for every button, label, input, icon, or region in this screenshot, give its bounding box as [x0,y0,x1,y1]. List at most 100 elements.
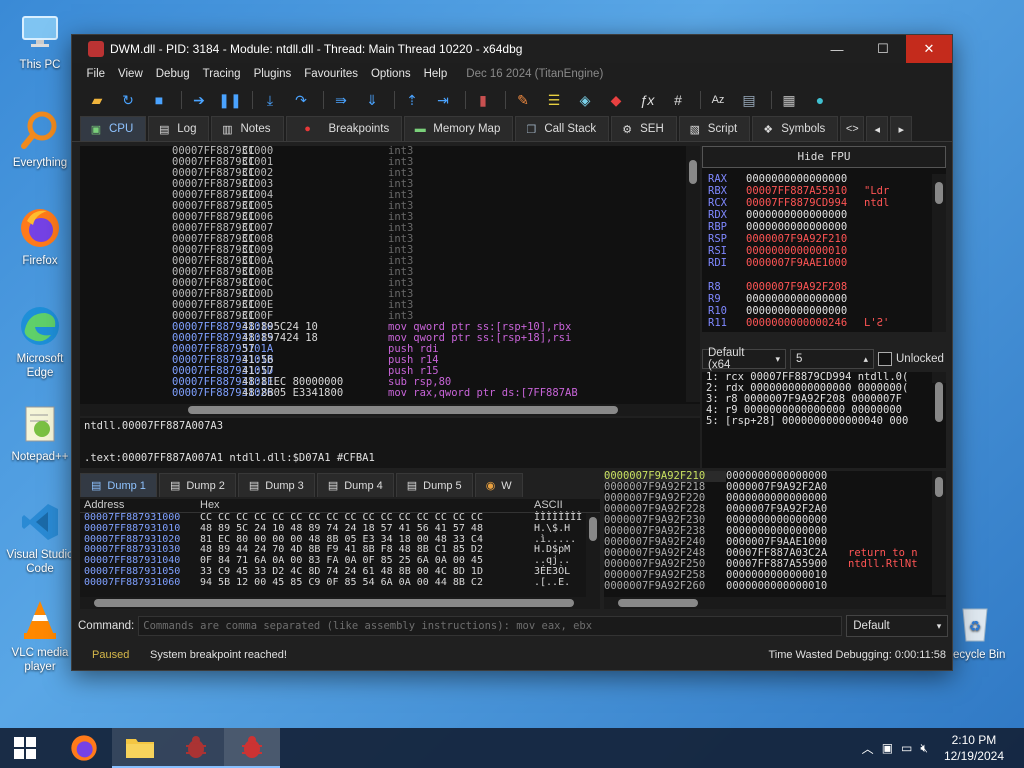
tab-overflow[interactable]: <> [840,116,865,141]
trace-into-icon[interactable]: ⇛ [328,89,354,111]
column-header-hex[interactable]: Hex [198,499,534,512]
scrollbar-thumb[interactable] [94,599,574,607]
minimize-button[interactable]: — [814,35,860,63]
scrollbar-thumb[interactable] [935,182,943,204]
step-over-icon[interactable]: ↷ [288,89,314,111]
tab-scroll-right[interactable]: ▸ [890,116,913,141]
register-row[interactable]: R11 0000000000000246 L'Ƨ' [702,318,946,330]
pause-icon[interactable]: ❚❚ [217,89,243,111]
register-value[interactable]: 0000000000000246 [746,318,864,330]
taskbar-x64dbg[interactable] [224,728,280,768]
desktop-icon-notepadpp[interactable]: Notepad++ [2,402,78,464]
tab-memory-map[interactable]: ▬ Memory Map [404,116,514,141]
disassembly-view[interactable]: 00007FF887931000 CC int3 00007FF887931001 CC… [80,146,700,416]
dump-hscrollbar[interactable] [80,597,600,609]
menu-options[interactable]: Options [364,68,417,80]
hide-fpu-button[interactable]: Hide FPU [702,146,946,168]
title-bar[interactable]: DWM.dll - PID: 3184 - Module: ntdll.dll … [72,35,952,63]
menu-help[interactable]: Help [417,68,454,80]
patch-icon[interactable]: ✎ [510,89,536,111]
globe-icon[interactable]: ● [807,89,833,111]
tab-breakpoints[interactable]: ● Breakpoints [285,116,403,141]
unlocked-checkbox[interactable] [878,352,892,366]
scrollbar-thumb[interactable] [935,382,943,422]
column-header-ascii[interactable]: ASCII [534,499,586,512]
tab-symbols[interactable]: ❖ Symbols [752,116,839,141]
tab-cpu[interactable]: ▣ CPU [80,116,147,141]
disasm-scrollbar[interactable] [686,146,700,402]
hash-icon[interactable]: # [665,89,691,111]
bookmark-icon[interactable]: ◆ [603,89,629,111]
restart-icon[interactable]: ↻ [115,89,141,111]
trace-over-icon[interactable]: ⇓ [359,89,385,111]
menu-file[interactable]: File [80,68,112,80]
tab-call-stack[interactable]: ❐ Call Stack [515,116,610,141]
tab-dump-3[interactable]: ▤ Dump 3 [237,473,315,497]
tab-script[interactable]: ▧ Script [678,116,751,141]
maximize-button[interactable]: ☐ [860,35,906,63]
column-header-address[interactable]: Address [80,499,198,512]
scrollbar-thumb[interactable] [935,477,943,497]
hex-dump-view[interactable]: Address Hex ASCII 00007FF887931000 CC CC … [80,499,600,609]
disasm-row[interactable]: 00007FF887931026 48:8B05 E3341800 mov rax,… [80,388,700,399]
tab-dump-2[interactable]: ▤ Dump 2 [158,473,236,497]
arguments-view[interactable]: 1: rcx 00007FF8879CD994 ntdll.0( 2: rdx … [702,372,946,468]
desktop-icon-firefox[interactable]: Firefox [2,206,78,268]
start-button[interactable] [0,728,50,768]
calling-convention-select[interactable]: Default (x64 ▾ [702,347,786,371]
desktop-icon-vlc[interactable]: VLC media player [2,598,78,674]
tab-watch[interactable]: ◉ W [474,473,523,497]
registers-scrollbar[interactable] [932,174,946,332]
network-icon[interactable]: ▭ [901,741,912,755]
stop-icon[interactable]: ■ [146,89,172,111]
chevron-up-icon[interactable]: ︿ [862,740,874,757]
scrollbar-thumb[interactable] [689,160,697,184]
comment-icon[interactable]: ☰ [541,89,567,111]
arguments-scrollbar[interactable] [932,372,946,422]
desktop-icon-edge[interactable]: Microsoft Edge [2,304,78,380]
tab-dump-1[interactable]: ▤ Dump 1 [80,473,157,497]
dump-row[interactable]: 00007FF887931060 94 5B 12 00 45 85 C9 0F … [80,577,600,589]
tab-scroll-left[interactable]: ◂ [866,116,889,141]
close-button[interactable]: ✕ [906,35,952,63]
tab-log[interactable]: ▤ Log [148,116,210,141]
command-input[interactable]: Commands are comma separated (like assem… [138,616,843,636]
desktop-icon-this-pc[interactable]: This PC [2,10,78,72]
scrollbar-thumb[interactable] [188,406,618,414]
desktop-icon-everything[interactable]: Everything [2,108,78,170]
clipboard-icon[interactable]: ▤ [736,89,762,111]
font-icon[interactable]: Aᴢ [705,89,731,111]
tab-notes[interactable]: ▥ Notes [211,116,284,141]
taskbar-x32dbg[interactable] [168,728,224,768]
taskbar-firefox[interactable] [56,728,112,768]
menu-view[interactable]: View [112,68,150,80]
dump-scrollbar[interactable] [586,513,600,597]
calculator-icon[interactable]: ▦ [776,89,802,111]
open-icon[interactable]: ▰ [84,89,110,111]
disasm-hscrollbar[interactable] [80,404,700,416]
stack-view[interactable]: 0000007F9A92F210 0000000000000000 0000007F… [604,471,946,609]
tab-dump-4[interactable]: ▤ Dump 4 [316,473,394,497]
tab-seh[interactable]: ⚙ SEH [611,116,677,141]
step-into-icon[interactable]: ⤓ [257,89,283,111]
scrollbar-thumb[interactable] [618,599,698,607]
run-icon[interactable]: ➔ [186,89,212,111]
function-icon[interactable]: ƒx [634,89,660,111]
menu-tracing[interactable]: Tracing [196,68,247,80]
menu-plugins[interactable]: Plugins [247,68,298,80]
dump-row[interactable]: 00007FF887931010 48 89 5C 24 10 48 89 74 … [80,523,600,535]
run-to-user-code-icon[interactable]: ⇥ [430,89,456,111]
label-icon[interactable]: ◈ [572,89,598,111]
arg-count-spinbox[interactable]: 5 ▴ [790,349,874,369]
stack-row[interactable]: 0000007F9A92F260 0000000000000010 [604,581,946,592]
tab-dump-5[interactable]: ▤ Dump 5 [395,473,473,497]
execute-till-return-icon[interactable]: ⇡ [399,89,425,111]
register-value[interactable]: 0000007F9AAE1000 [746,258,864,270]
taskbar-file-explorer[interactable] [112,728,168,768]
stack-scrollbar[interactable] [932,471,946,595]
command-mode-select[interactable]: Default ▾ [846,615,949,637]
desktop-icon-vscode[interactable]: Visual Studio Code [2,500,78,576]
volume-muted-icon[interactable]: 🔇︎ [920,741,928,756]
network-adapter-icon[interactable]: ▣ [882,741,893,755]
clock[interactable]: 2:10 PM 12/19/2024 [944,732,1004,764]
